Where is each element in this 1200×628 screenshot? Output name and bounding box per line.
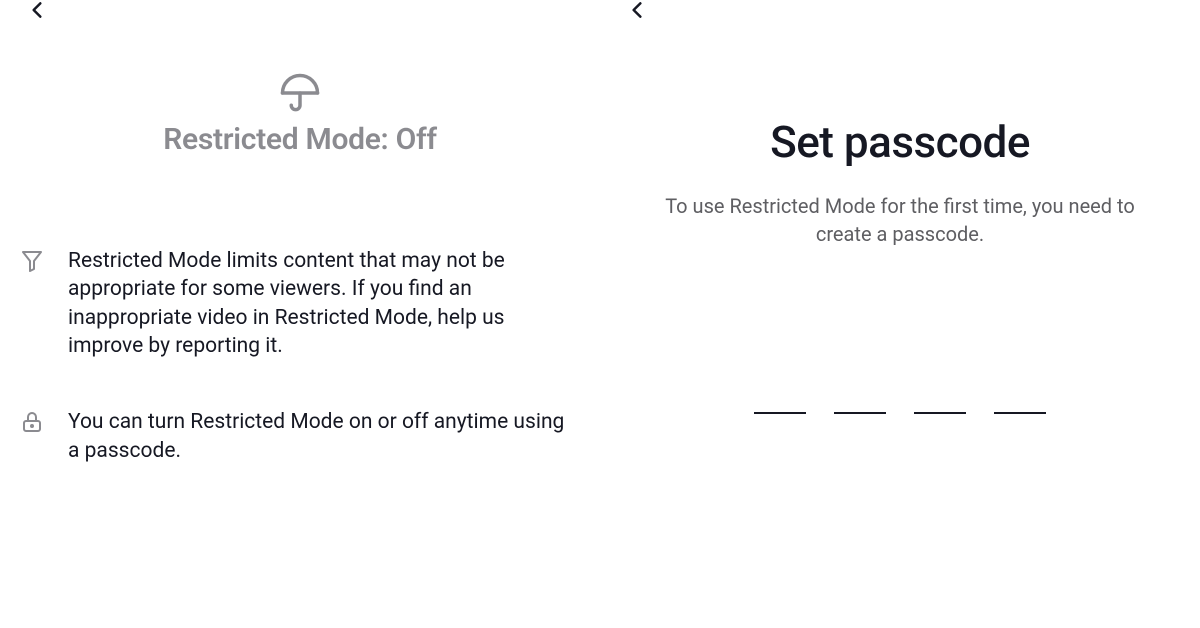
passcode-digit-3[interactable] bbox=[914, 412, 966, 414]
passcode-title: Set passcode bbox=[640, 116, 1160, 168]
set-passcode-panel: Set passcode To use Restricted Mode for … bbox=[600, 0, 1200, 628]
info-item-filter: Restricted Mode limits content that may … bbox=[20, 247, 580, 360]
passcode-input[interactable] bbox=[600, 412, 1200, 414]
back-button[interactable] bbox=[22, 0, 52, 25]
restricted-mode-panel: Restricted Mode: Off Restricted Mode lim… bbox=[0, 0, 600, 628]
passcode-digit-2[interactable] bbox=[834, 412, 886, 414]
passcode-digit-1[interactable] bbox=[754, 412, 806, 414]
passcode-header: Set passcode To use Restricted Mode for … bbox=[600, 116, 1200, 248]
passcode-digit-4[interactable] bbox=[994, 412, 1046, 414]
mode-header: Restricted Mode: Off bbox=[0, 72, 600, 157]
funnel-icon bbox=[20, 249, 44, 273]
back-button[interactable] bbox=[622, 0, 652, 25]
umbrella-icon bbox=[279, 72, 321, 114]
info-text: You can turn Restricted Mode on or off a… bbox=[68, 408, 580, 465]
lock-icon bbox=[20, 410, 44, 434]
info-list: Restricted Mode limits content that may … bbox=[0, 247, 600, 465]
mode-title: Restricted Mode: Off bbox=[0, 122, 600, 157]
info-text: Restricted Mode limits content that may … bbox=[68, 247, 580, 360]
passcode-subtitle: To use Restricted Mode for the first tim… bbox=[640, 192, 1160, 248]
info-item-lock: You can turn Restricted Mode on or off a… bbox=[20, 408, 580, 465]
